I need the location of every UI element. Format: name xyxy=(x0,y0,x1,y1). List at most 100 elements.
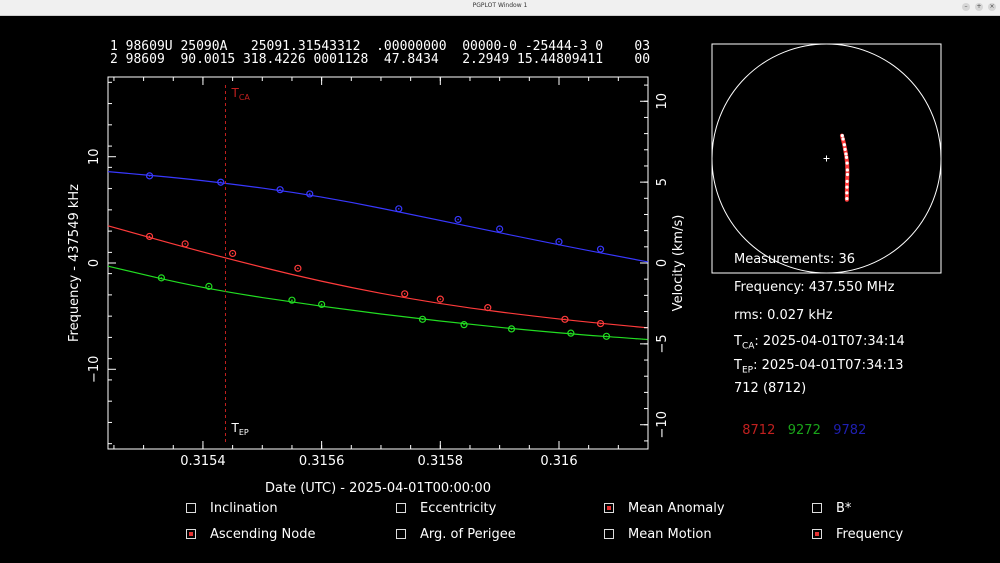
measurement-point-center xyxy=(403,293,406,295)
param-arg-of-perigee[interactable]: Arg. of Perigee xyxy=(396,527,516,542)
checkbox[interactable] xyxy=(186,528,196,539)
tca-sub: CA xyxy=(741,341,755,352)
param-frequency[interactable]: Frequency xyxy=(812,527,903,542)
fit-curve-series-1 xyxy=(107,225,649,329)
measurement-point-center xyxy=(486,306,489,309)
legend-station-9782[interactable]: 9782 xyxy=(833,423,866,438)
param-b[interactable]: B* xyxy=(812,501,851,516)
y2-tick-label: 5 xyxy=(655,178,670,186)
sky-track-point xyxy=(844,155,849,159)
tep-value: TEP: 2025-04-01T07:34:13 xyxy=(734,358,903,376)
y2-axis-label: Velocity (km/s) xyxy=(671,215,686,312)
sky-track-point xyxy=(845,168,849,172)
measurement-point-center xyxy=(219,181,222,184)
param-mean-anomaly[interactable]: Mean Anomaly xyxy=(604,501,725,516)
sky-track-point xyxy=(843,147,847,151)
tca-value: TCA: 2025-04-01T07:34:14 xyxy=(734,334,905,352)
sky-track-point xyxy=(841,137,845,141)
measurement-point-center xyxy=(439,298,442,300)
sky-track-point xyxy=(845,196,849,201)
measurement-point-center xyxy=(570,332,572,334)
measurement-point-center xyxy=(498,228,501,230)
measurement-point-center xyxy=(397,207,400,210)
checkbox-label: Ascending Node xyxy=(210,527,316,542)
measurement-point-center xyxy=(208,285,210,288)
rms-value: rms: 0.027 kHz xyxy=(734,308,833,323)
sky-track-point xyxy=(842,143,846,147)
param-inclination[interactable]: Inclination xyxy=(186,501,278,516)
checkbox-label: Arg. of Perigee xyxy=(420,527,516,542)
measurement-point-center xyxy=(231,252,234,255)
checkbox[interactable] xyxy=(604,528,614,539)
fit-curves xyxy=(107,170,649,341)
plot-frame xyxy=(107,76,649,450)
measurement-point-center xyxy=(510,328,513,330)
fit-curve-series-2 xyxy=(107,265,649,341)
frequency-value: Frequency: 437.550 MHz xyxy=(734,280,895,295)
measurement-points xyxy=(145,172,611,340)
checkbox-label: Eccentricity xyxy=(420,501,497,516)
measurement-point-center xyxy=(160,277,163,279)
measurement-point-center xyxy=(279,188,281,191)
measurement-point-center xyxy=(421,318,424,321)
param-eccentricity[interactable]: Eccentricity xyxy=(396,501,496,516)
param-ascending-node[interactable]: Ascending Node xyxy=(186,527,315,542)
sky-track-point xyxy=(845,172,850,177)
measurement-point-center xyxy=(148,235,151,238)
y-tick-label: 0 xyxy=(87,259,102,267)
station-legend: 8712 9272 9782 xyxy=(734,408,866,438)
sky-track-point xyxy=(844,152,848,156)
checkbox[interactable] xyxy=(396,528,406,539)
param-mean-motion[interactable]: Mean Motion xyxy=(604,527,712,542)
tca-marker-label: TCA xyxy=(230,86,250,102)
axis-ticks: 0.3154 0.3156 0.3158 0.316 10 0 −10 10 5 0 −5 −10 Da… xyxy=(67,77,686,496)
x-tick-label: 0.3154 xyxy=(180,454,226,469)
x-axis-label: Date (UTC) - 2025-04-01T00:00:00 xyxy=(265,481,491,496)
tep-label: T xyxy=(734,358,742,373)
checkbox[interactable] xyxy=(812,502,822,513)
y2-tick-label: 0 xyxy=(655,259,670,267)
y-tick-label: −10 xyxy=(87,356,102,383)
tep-marker-sub: EP xyxy=(239,428,249,437)
sky-plot xyxy=(711,43,942,274)
checkbox[interactable] xyxy=(604,502,614,513)
measurement-point-center xyxy=(599,322,602,325)
checkbox-label: Inclination xyxy=(210,501,278,516)
checkbox-label: Frequency xyxy=(836,527,904,542)
x-tick-label: 0.3158 xyxy=(418,454,464,469)
tep-marker-label: TEP xyxy=(230,421,248,437)
checkbox-label: Mean Anomaly xyxy=(628,501,725,516)
measurement-point-center xyxy=(320,303,323,306)
measurement-point-center xyxy=(148,175,151,177)
measurement-point-center xyxy=(297,267,299,270)
sky-track-point xyxy=(845,179,849,183)
measurement-point-center xyxy=(599,248,602,250)
tca-marker-sub: CA xyxy=(239,93,251,102)
y-tick-label: 10 xyxy=(87,148,102,165)
plot-border xyxy=(107,76,649,450)
sky-track-point xyxy=(845,185,849,189)
sky-track-point xyxy=(840,134,844,138)
tca-time: : 2025-04-01T07:34:14 xyxy=(754,334,905,349)
tca-label: T xyxy=(734,334,742,349)
checkbox[interactable] xyxy=(186,502,196,513)
y2-tick-label: −10 xyxy=(655,411,670,438)
measurements-count: Measurements: 36 xyxy=(734,252,856,267)
legend-station-9272[interactable]: 9272 xyxy=(788,423,821,438)
checkbox[interactable] xyxy=(812,528,822,539)
tep-time: : 2025-04-01T07:34:13 xyxy=(753,358,904,373)
y2-tick-label: −5 xyxy=(655,334,670,353)
measurement-point-center xyxy=(463,323,465,326)
y-axis-label: Frequency - 437549 kHz xyxy=(67,184,82,342)
measurement-point-center xyxy=(457,218,459,221)
x-tick-label: 0.3156 xyxy=(299,454,345,469)
measurement-point-center xyxy=(184,243,186,245)
station-label: 712 (8712) xyxy=(734,381,807,396)
legend-station-8712[interactable]: 8712 xyxy=(742,423,775,438)
sky-track-point xyxy=(845,191,849,195)
checkbox[interactable] xyxy=(396,502,406,513)
sky-track-point xyxy=(845,161,849,165)
measurement-point-center xyxy=(558,240,560,243)
measurement-point-center xyxy=(605,335,608,338)
tep-sub: EP xyxy=(741,365,754,376)
